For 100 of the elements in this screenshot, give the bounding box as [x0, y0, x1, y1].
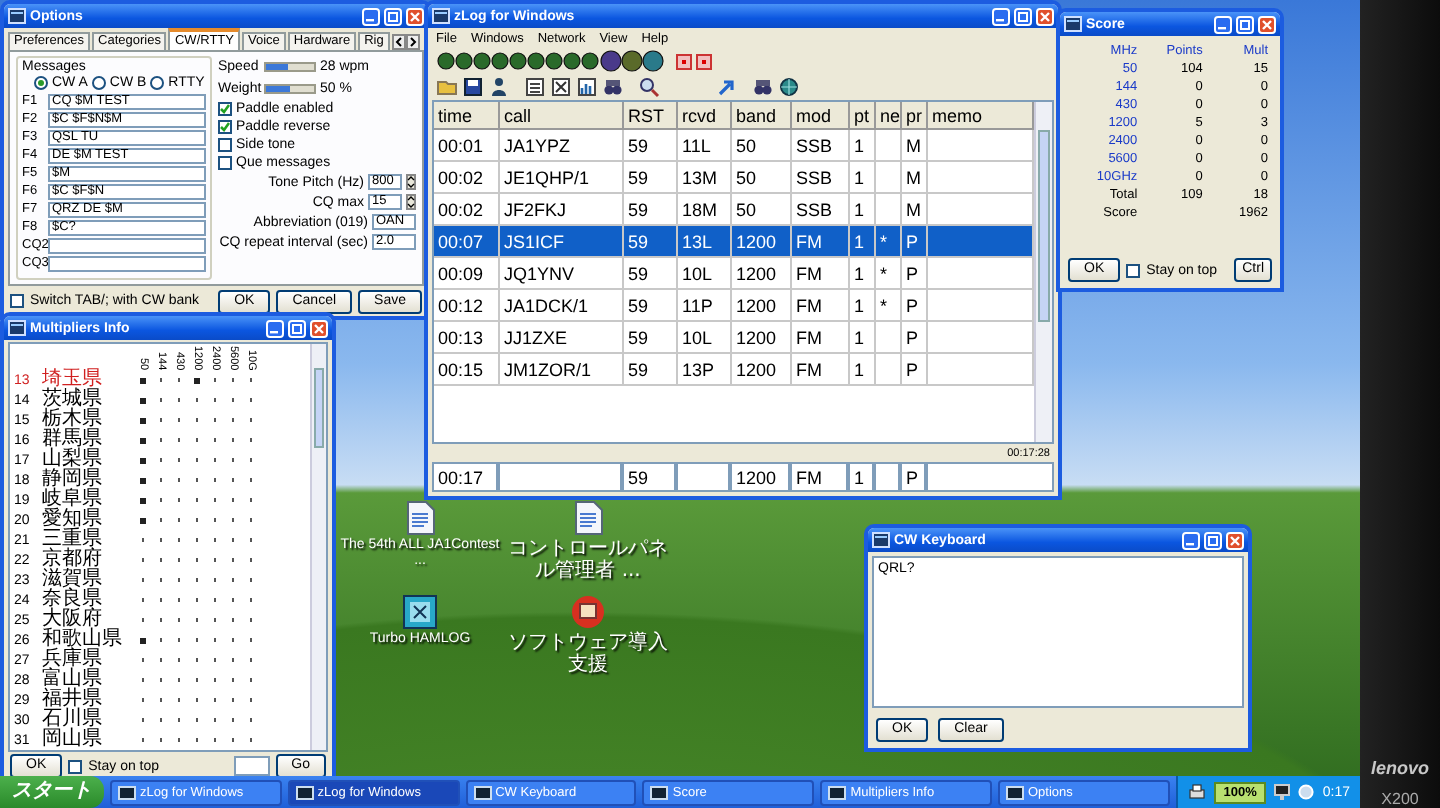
close-button[interactable] [1258, 15, 1276, 33]
person-icon[interactable] [488, 76, 510, 98]
entry-field[interactable]: P [900, 462, 926, 492]
entry-field[interactable] [676, 462, 730, 492]
spinner-icon[interactable] [406, 194, 416, 210]
maximize-button[interactable] [288, 319, 306, 337]
table-cell: 59 [624, 258, 678, 290]
square-buttons-icon[interactable] [676, 53, 712, 69]
document-icon[interactable] [402, 500, 438, 536]
table-cell: * [876, 290, 902, 322]
list-icon[interactable] [524, 76, 546, 98]
table-row[interactable]: 00:01 JA1YPZ 59 11L 50 SSB 1 M [434, 130, 1034, 162]
cross-icon[interactable] [550, 76, 572, 98]
maximize-button[interactable] [384, 7, 402, 25]
checkbox[interactable] [68, 759, 83, 773]
radio-button[interactable] [150, 76, 165, 90]
scrollbar[interactable] [1034, 102, 1052, 442]
monitor-icon[interactable] [1274, 784, 1291, 800]
table-cell: P [902, 226, 928, 258]
column-header[interactable]: call [500, 102, 624, 130]
brand-logo: lenovo [1370, 758, 1429, 778]
entry-field[interactable]: 59 [622, 462, 676, 492]
slider-track[interactable] [264, 84, 316, 94]
spinner-icon[interactable] [406, 174, 416, 190]
table-cell: 1200 [732, 258, 792, 290]
maximize-button[interactable] [1204, 531, 1222, 549]
scroll-thumb[interactable] [1038, 130, 1050, 322]
message-field[interactable] [48, 237, 206, 253]
scroll-arrows-icon[interactable] [391, 34, 420, 50]
printer-icon[interactable] [1187, 784, 1206, 800]
checkbox[interactable] [218, 102, 232, 116]
entry-field[interactable] [498, 462, 622, 492]
minimize-button[interactable] [266, 319, 284, 337]
network-icon[interactable] [1298, 784, 1315, 800]
table-cell: JJ1ZXE [500, 322, 624, 354]
maximize-button[interactable] [1236, 15, 1254, 33]
table-row[interactable]: 00:12 JA1DCK/1 59 11P 1200 FM 1 * P [434, 290, 1034, 322]
close-button[interactable] [310, 319, 328, 337]
table-cell: P [902, 290, 928, 322]
scroll-thumb[interactable] [314, 368, 324, 448]
entry-field[interactable] [874, 462, 900, 492]
table-cell: JM1ZOR/1 [500, 354, 624, 386]
arrow-icon[interactable] [716, 76, 738, 98]
checkbox[interactable] [1126, 263, 1141, 277]
column-header[interactable]: time [434, 102, 500, 130]
entry-field[interactable]: 1200 [730, 462, 790, 492]
column-header[interactable]: pt [850, 102, 876, 130]
logbook-icon[interactable] [402, 594, 438, 630]
table-row[interactable]: 00:13 JJ1ZXE 59 10L 1200 FM 1 P [434, 322, 1034, 354]
maximize-button[interactable] [1014, 7, 1032, 25]
checkbox[interactable] [10, 294, 24, 308]
minimize-button[interactable] [362, 7, 380, 25]
icon-label[interactable]: コントロールパネル管理者 ... [508, 538, 668, 582]
column-header[interactable]: band [732, 102, 792, 130]
icon-label[interactable]: ソフトウェア導入支援 [508, 632, 668, 676]
column-header[interactable]: mod [792, 102, 850, 130]
checkbox[interactable] [218, 156, 232, 170]
magnifier-icon[interactable] [638, 76, 660, 98]
chart-icon[interactable] [576, 76, 598, 98]
minimize-button[interactable] [992, 7, 1010, 25]
close-button[interactable] [1036, 7, 1054, 25]
column-header[interactable]: ne [876, 102, 902, 130]
entry-field[interactable] [926, 462, 1054, 492]
table-cell: JE1QHP/1 [500, 162, 624, 194]
table-cell: JA1YPZ [500, 130, 624, 162]
input-field[interactable] [233, 756, 270, 776]
globe-icon[interactable] [778, 76, 800, 98]
entry-field[interactable]: 00:17 [432, 462, 498, 492]
scrollbar[interactable] [310, 344, 326, 750]
entry-field[interactable]: 1 [848, 462, 874, 492]
table-row[interactable]: 00:02 JE1QHP/1 59 13M 50 SSB 1 M [434, 162, 1034, 194]
table-cell: FM [792, 290, 850, 322]
prefecture-name: 埼玉県 [42, 370, 104, 390]
table-row[interactable]: 00:07 JS1ICF 59 13L 1200 FM 1 * P [434, 226, 1034, 258]
table-cell: 10L [678, 258, 732, 290]
maximize-icon [1208, 535, 1218, 545]
column-header[interactable]: pr [902, 102, 928, 130]
table-row[interactable]: 00:09 JQ1YNV 59 10L 1200 FM 1 * P [434, 258, 1034, 290]
table-cell: 00:13 [434, 322, 500, 354]
app-icon [872, 532, 890, 548]
binoculars-icon[interactable] [752, 76, 774, 98]
checkbox[interactable] [218, 138, 232, 152]
column-header[interactable]: RST [624, 102, 678, 130]
radio-button[interactable] [34, 76, 48, 90]
message-field[interactable] [48, 255, 206, 271]
column-header[interactable]: rcvd [678, 102, 732, 130]
radio-button[interactable] [91, 76, 106, 90]
table-cell: 1 [850, 162, 876, 194]
close-button[interactable] [406, 7, 424, 25]
minimize-button[interactable] [1182, 531, 1200, 549]
table-cell: 1200 [732, 354, 792, 386]
checkbox[interactable] [218, 120, 232, 134]
binoculars-icon[interactable] [602, 76, 624, 98]
installer-icon[interactable] [570, 594, 606, 630]
slider-track[interactable] [264, 62, 316, 72]
minimize-button[interactable] [1214, 15, 1232, 33]
entry-field[interactable]: FM [790, 462, 848, 492]
table-row[interactable]: 00:15 JM1ZOR/1 59 13P 1200 FM 1 P [434, 354, 1034, 386]
document-icon[interactable] [570, 500, 606, 536]
close-button[interactable] [1226, 531, 1244, 549]
